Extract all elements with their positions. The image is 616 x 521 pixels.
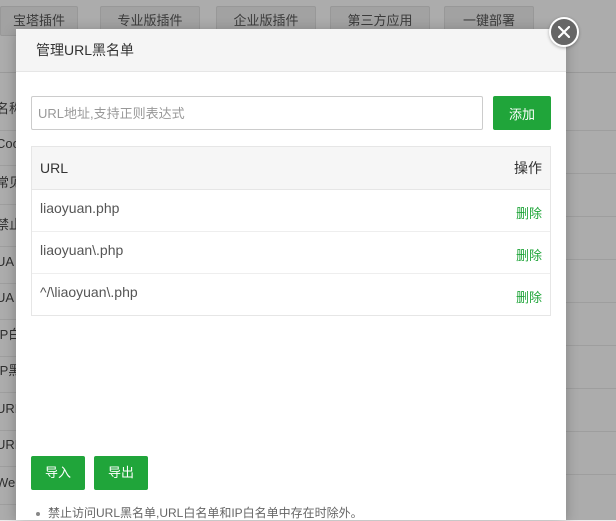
column-header-operation: 操作 bbox=[514, 160, 542, 176]
import-button[interactable]: 导入 bbox=[31, 456, 85, 490]
table-row: ^/\liaoyuan\.php 删除 bbox=[32, 274, 550, 315]
delete-link[interactable]: 删除 bbox=[516, 287, 542, 306]
url-input[interactable] bbox=[31, 96, 483, 130]
delete-link[interactable]: 删除 bbox=[516, 203, 542, 222]
url-blacklist-dialog: 管理URL黑名单 添加 URL 操作 liaoyuan.php 删除 liaoy… bbox=[16, 29, 566, 520]
close-icon bbox=[558, 26, 570, 38]
export-button[interactable]: 导出 bbox=[94, 456, 148, 490]
bullet-icon bbox=[36, 511, 40, 516]
dialog-header: 管理URL黑名单 bbox=[16, 29, 566, 72]
url-cell: liaoyuan.php bbox=[40, 200, 120, 216]
table-row: liaoyuan.php 删除 bbox=[32, 190, 550, 232]
add-button[interactable]: 添加 bbox=[493, 96, 551, 130]
help-note: 禁止访问URL黑名单,URL白名单和IP白名单中存在时除外。 bbox=[36, 504, 363, 521]
dialog-title: 管理URL黑名单 bbox=[36, 42, 135, 58]
table-row: liaoyuan\.php 删除 bbox=[32, 232, 550, 274]
url-table: URL 操作 liaoyuan.php 删除 liaoyuan\.php 删除 … bbox=[31, 146, 551, 316]
column-header-url: URL bbox=[40, 160, 69, 176]
url-cell: ^/\liaoyuan\.php bbox=[40, 284, 138, 300]
close-button[interactable] bbox=[549, 17, 579, 47]
url-cell: liaoyuan\.php bbox=[40, 242, 124, 258]
table-header: URL 操作 bbox=[32, 147, 550, 190]
delete-link[interactable]: 删除 bbox=[516, 245, 542, 264]
help-note-text: 禁止访问URL黑名单,URL白名单和IP白名单中存在时除外。 bbox=[48, 506, 363, 520]
